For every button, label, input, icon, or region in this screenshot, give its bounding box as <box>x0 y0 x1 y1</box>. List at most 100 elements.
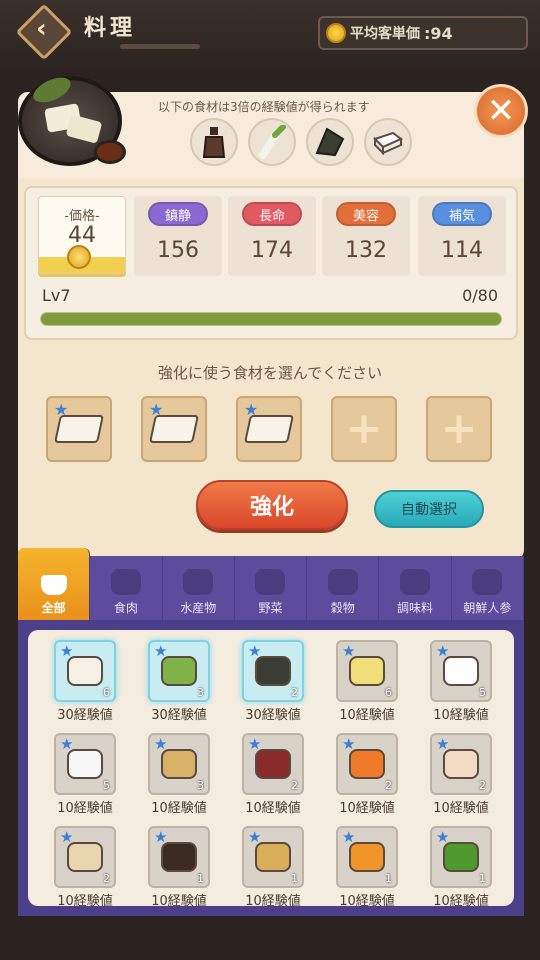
attribute-label: 鎮静 <box>148 202 208 226</box>
coin-icon <box>326 23 346 43</box>
inventory-item-miso[interactable]: ★ 3 10経験値 <box>132 733 226 816</box>
close-icon: ✕ <box>486 91 516 131</box>
star-icon: ★ <box>436 735 450 753</box>
close-button[interactable]: ✕ <box>474 84 528 138</box>
tab-seafood[interactable]: 水産物 <box>163 556 235 620</box>
attribute-value: 174 <box>251 238 293 263</box>
inventory-item-garlic[interactable]: ★ 6 10経験値 <box>320 640 414 723</box>
tofu-icon <box>67 656 103 686</box>
bonus-ingredients <box>190 118 412 166</box>
item-frame: ★ 6 <box>54 640 116 702</box>
item-frame: ★ 2 <box>430 733 492 795</box>
ginger-icon <box>255 842 291 872</box>
inventory-item-soy-sauce[interactable]: ★ 1 10経験値 <box>132 826 226 906</box>
title-decoration <box>120 44 200 49</box>
star-icon: ★ <box>248 642 262 660</box>
soy-sauce-icon <box>161 842 197 872</box>
inventory-item-tofu[interactable]: ★ 6 30経験値 <box>38 640 132 723</box>
inventory-item-flour[interactable]: ★ 5 10経験値 <box>38 733 132 816</box>
green-onion-icon <box>248 118 296 166</box>
sauce-dish <box>94 140 126 164</box>
item-frame: ★ 2 <box>242 640 304 702</box>
item-exp-label: 10経験値 <box>433 708 489 723</box>
enhance-slot-empty[interactable]: + <box>426 396 492 462</box>
enhance-button[interactable]: 強化 <box>196 480 348 530</box>
item-frame: ★ 2 <box>336 733 398 795</box>
plus-icon: + <box>345 403 383 454</box>
exp-value: 0/80 <box>462 286 498 305</box>
inventory-grid: ★ 6 30経験値 ★ 3 30経験値 ★ 2 30経験値 ★ 6 10経験値 ★ 5 10経験値 ★ 5 10経… <box>38 640 508 906</box>
average-price-label: 平均客単価 <box>350 26 420 42</box>
tofu-icon <box>54 415 104 443</box>
attribute-label: 長命 <box>242 202 302 226</box>
top-bar: ‹ 料理 平均客単価 :94 <box>0 0 540 70</box>
inventory-item-eggs[interactable]: ★ 2 10経験値 <box>414 733 508 816</box>
tab-vegetables[interactable]: 野菜 <box>235 556 308 620</box>
tab-label: 食肉 <box>113 601 138 615</box>
page-title: 料理 <box>84 16 137 41</box>
enhance-slot-empty[interactable]: + <box>331 396 397 462</box>
inventory-list: ★ 6 30経験値 ★ 3 30経験値 ★ 2 30経験値 ★ 6 10経験値 ★ 5 10経験値 ★ 5 10経… <box>28 630 514 906</box>
item-count: 6 <box>103 686 110 699</box>
tab-grains[interactable]: 穀物 <box>307 556 380 620</box>
star-icon: ★ <box>342 735 356 753</box>
item-frame: ★ 1 <box>430 826 492 888</box>
tab-ginseng[interactable]: 朝鮮人参 <box>452 556 524 620</box>
star-icon: ★ <box>342 642 356 660</box>
exp-progress-fill <box>41 313 501 325</box>
select-ingredients-prompt: 強化に使う食材を選んでください <box>157 364 383 382</box>
stats-card: -価格- 44 鎮静 156 長命 174 美容 132 補気 114 Lv7 … <box>24 186 518 340</box>
price-label: -価格- <box>64 209 100 224</box>
item-frame: ★ 1 <box>242 826 304 888</box>
item-count: 5 <box>103 779 110 792</box>
seasoning-icon <box>400 569 431 595</box>
inventory-item-pumpkin[interactable]: ★ 1 10経験値 <box>320 826 414 906</box>
star-icon: ★ <box>248 735 262 753</box>
auto-select-button[interactable]: 自動選択 <box>374 490 484 528</box>
enhance-slot-filled[interactable]: ★ <box>236 396 302 462</box>
inventory-item-green-beans[interactable]: ★ 1 10経験値 <box>414 826 508 906</box>
star-icon: ★ <box>60 735 74 753</box>
inventory-item-ginger[interactable]: ★ 1 10経験値 <box>226 826 320 906</box>
inventory-item-seaweed[interactable]: ★ 2 30経験値 <box>226 640 320 723</box>
tofu-icon <box>149 415 199 443</box>
item-count: 1 <box>291 872 298 885</box>
plus-icon: + <box>440 403 478 454</box>
item-count: 2 <box>385 779 392 792</box>
tab-seasoning[interactable]: 調味料 <box>379 556 452 620</box>
seaweed-icon <box>306 118 354 166</box>
attribute-label: 美容 <box>336 202 396 226</box>
back-button[interactable]: ‹ <box>14 3 74 61</box>
item-frame: ★ 2 <box>242 733 304 795</box>
inventory-item-salt[interactable]: ★ 5 10経験値 <box>414 640 508 723</box>
inventory-item-carrot[interactable]: ★ 2 10経験値 <box>320 733 414 816</box>
tab-label: 朝鮮人参 <box>463 601 512 615</box>
vegetable-icon <box>255 569 286 595</box>
star-icon: ★ <box>248 828 262 846</box>
item-frame: ★ 5 <box>430 640 492 702</box>
item-count: 3 <box>197 779 204 792</box>
tab-all[interactable]: 全部 <box>18 548 91 620</box>
attribute-beauty: 美容 132 <box>322 196 410 276</box>
inventory-item-red-beans[interactable]: ★ 2 10経験値 <box>226 733 320 816</box>
item-count: 2 <box>103 872 110 885</box>
tab-meat[interactable]: 食肉 <box>90 556 163 620</box>
item-frame: ★ 1 <box>336 826 398 888</box>
tofu-icon <box>244 415 294 443</box>
inventory-item-green-onion[interactable]: ★ 3 30経験値 <box>132 640 226 723</box>
item-exp-label: 10経験値 <box>433 894 489 906</box>
enhance-slot-filled[interactable]: ★ <box>141 396 207 462</box>
item-count: 1 <box>479 872 486 885</box>
star-icon: ★ <box>60 642 74 660</box>
meat-icon <box>110 569 141 595</box>
item-exp-label: 30経験値 <box>245 708 301 723</box>
breadcrumbs-icon <box>67 842 103 872</box>
tab-label: 水産物 <box>180 601 217 615</box>
enhance-slot-filled[interactable]: ★ <box>46 396 112 462</box>
item-frame: ★ 3 <box>148 640 210 702</box>
tab-label: 穀物 <box>330 601 355 615</box>
miso-icon <box>161 749 197 779</box>
inventory-item-breadcrumbs[interactable]: ★ 2 10経験値 <box>38 826 132 906</box>
level-label: Lv7 <box>42 286 71 305</box>
attribute-vitality: 補気 114 <box>418 196 506 276</box>
